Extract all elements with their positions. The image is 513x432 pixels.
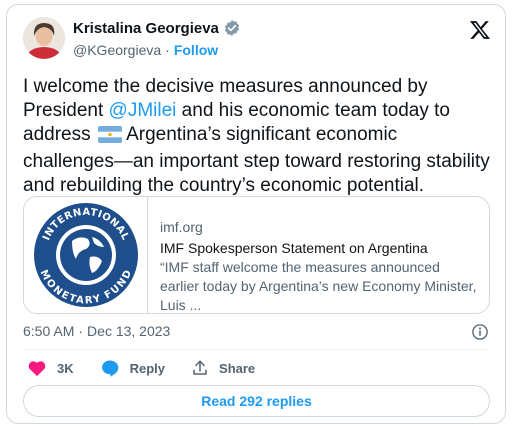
reply-bubble-icon bbox=[100, 358, 120, 378]
like-count: 3K bbox=[57, 360, 74, 376]
link-domain: imf.org bbox=[160, 219, 203, 235]
action-bar: 3K Reply Share bbox=[27, 358, 281, 378]
tweet-date: Dec 13, 2023 bbox=[87, 323, 171, 339]
reply-label: Reply bbox=[129, 360, 166, 376]
author-name[interactable]: Kristalina Georgieva bbox=[73, 20, 219, 37]
info-icon[interactable] bbox=[471, 323, 489, 346]
link-preview-card[interactable]: INTERNATIONAL MONETARY FUND imf.org IMF … bbox=[23, 196, 490, 314]
author-handle[interactable]: @KGeorgieva bbox=[73, 42, 161, 58]
imf-logo: INTERNATIONAL MONETARY FUND bbox=[24, 197, 148, 313]
mention-link[interactable]: @JMilei bbox=[109, 100, 177, 121]
x-logo-icon[interactable] bbox=[469, 19, 491, 41]
tweet-card: Kristalina Georgieva @KGeorgieva · Follo… bbox=[6, 4, 506, 424]
argentina-flag-icon bbox=[97, 126, 122, 150]
divider bbox=[23, 349, 489, 350]
read-replies-button[interactable]: Read 292 replies bbox=[23, 385, 490, 417]
verified-badge-icon bbox=[223, 19, 241, 37]
share-label: Share bbox=[219, 360, 256, 376]
follow-button[interactable]: Follow bbox=[174, 42, 218, 58]
tweet-time: 6:50 AM bbox=[23, 323, 75, 339]
share-icon bbox=[191, 359, 209, 377]
link-description: “IMF staff welcome the measures announce… bbox=[160, 259, 477, 313]
heart-icon bbox=[27, 359, 47, 377]
link-title[interactable]: IMF Spokesperson Statement on Argentina bbox=[160, 238, 480, 258]
share-button[interactable]: Share bbox=[191, 359, 255, 377]
tweet-text: I welcome the decisive measures announce… bbox=[23, 75, 493, 198]
like-button[interactable]: 3K bbox=[27, 359, 74, 377]
time-separator: · bbox=[78, 323, 84, 339]
tweet-timestamp[interactable]: 6:50 AM · Dec 13, 2023 bbox=[23, 323, 170, 339]
avatar[interactable] bbox=[23, 17, 65, 59]
handle-separator: · bbox=[165, 42, 170, 58]
reply-button[interactable]: Reply bbox=[100, 358, 165, 378]
